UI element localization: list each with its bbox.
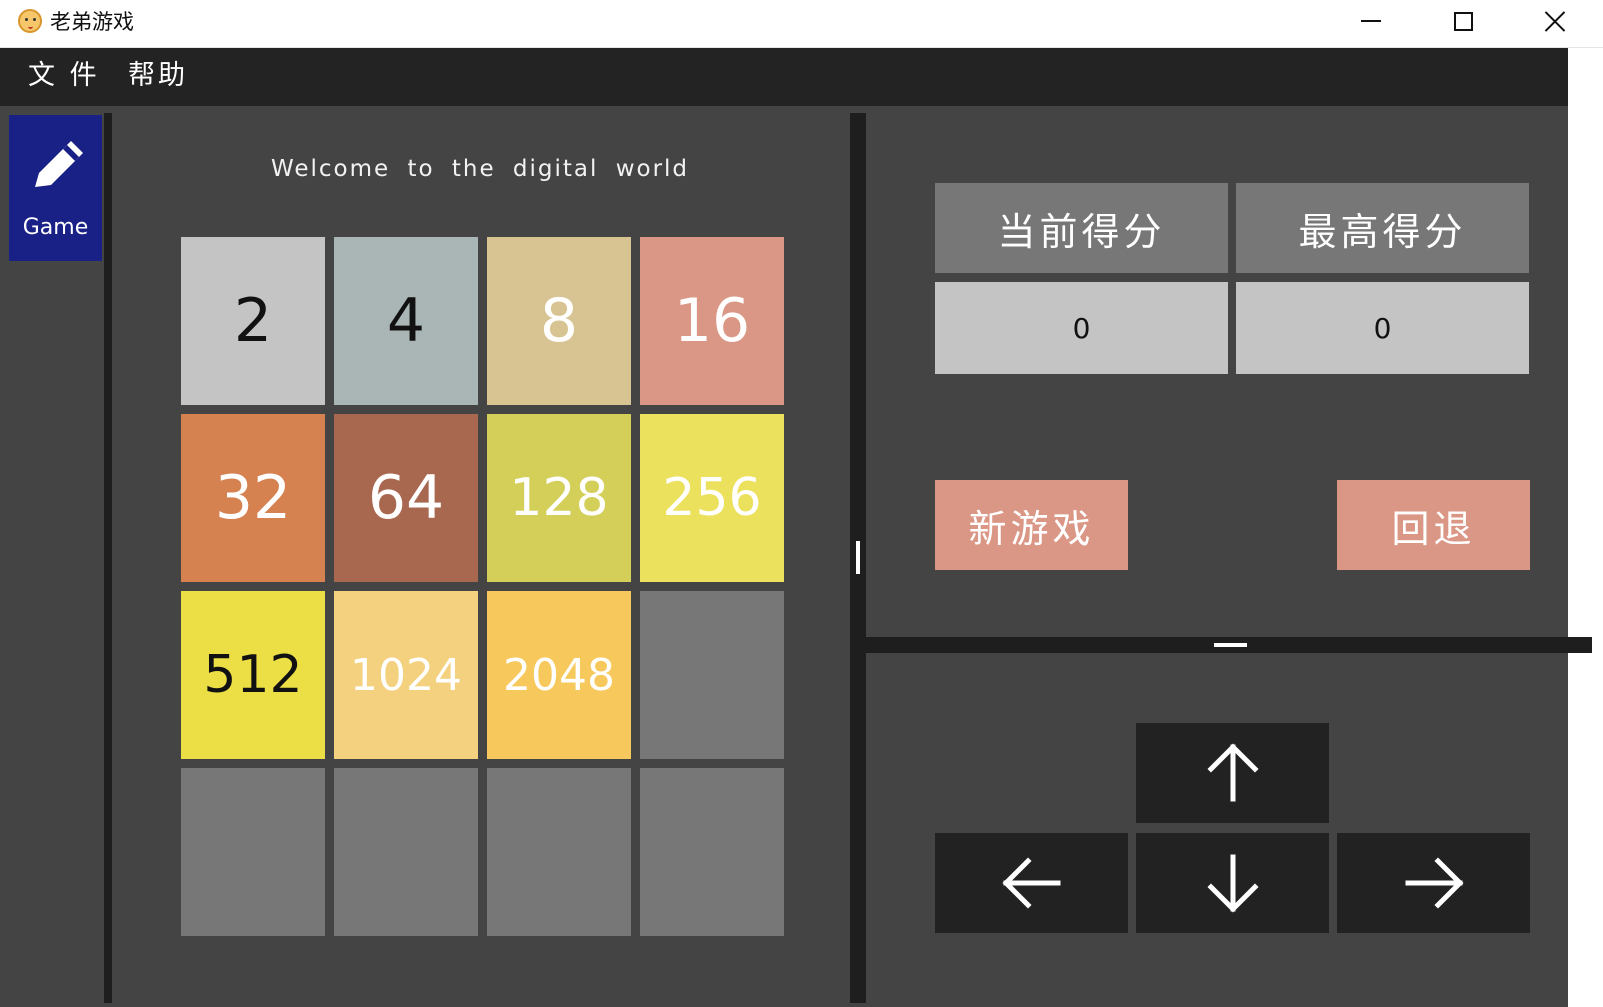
board-tile: 16 [640, 237, 784, 405]
arrow-right-icon [1405, 857, 1464, 909]
maximize-icon [1453, 11, 1473, 31]
board-tile: 256 [640, 414, 784, 582]
move-up-button[interactable] [1136, 723, 1329, 823]
close-icon [1544, 10, 1566, 32]
undo-button[interactable]: 回退 [1337, 480, 1530, 570]
maximize-button[interactable] [1417, 0, 1509, 42]
board-tile: 128 [487, 414, 631, 582]
welcome-text: Welcome to the digital world [270, 156, 690, 182]
board-tile [640, 768, 784, 936]
board-tile: 2048 [487, 591, 631, 759]
board-tile: 4 [334, 237, 478, 405]
sidebar-item-game[interactable]: Game [9, 115, 102, 261]
board-tile [487, 768, 631, 936]
board-tile: 512 [181, 591, 325, 759]
sidebar-item-label: Game [22, 215, 89, 240]
arrow-down-icon [1206, 854, 1259, 913]
board-tile: 2 [181, 237, 325, 405]
new-game-button[interactable]: 新游戏 [935, 480, 1128, 570]
minimize-icon [1361, 20, 1381, 22]
board-tile: 8 [487, 237, 631, 405]
board-tile [181, 768, 325, 936]
board-tile [334, 768, 478, 936]
menu-bar: 文 件 帮助 [0, 48, 1603, 106]
current-score-label: 当前得分 [935, 183, 1228, 273]
board-tile: 64 [334, 414, 478, 582]
menu-file[interactable]: 文 件 [28, 58, 100, 94]
best-score-label: 最高得分 [1236, 183, 1529, 273]
current-score-value: 0 [935, 282, 1228, 374]
app-face-icon [18, 9, 42, 33]
best-score-value: 0 [1236, 282, 1529, 374]
splitter-handle[interactable] [856, 541, 860, 574]
move-left-button[interactable] [935, 833, 1128, 933]
board-tile: 32 [181, 414, 325, 582]
minimize-button[interactable] [1325, 0, 1417, 42]
close-button[interactable] [1509, 0, 1601, 42]
arrow-up-icon [1206, 743, 1259, 802]
menu-help[interactable]: 帮助 [128, 58, 188, 94]
divider [104, 113, 112, 1003]
arrow-left-icon [1001, 857, 1060, 909]
board-tile: 1024 [334, 591, 478, 759]
window-title: 老弟游戏 [50, 10, 134, 34]
move-down-button[interactable] [1136, 833, 1329, 933]
game-board: 2 4 8 16 32 64 128 256 512 1024 2048 [181, 237, 785, 936]
pencil-icon [35, 141, 83, 187]
move-right-button[interactable] [1337, 833, 1530, 933]
title-bar: 老弟游戏 [0, 0, 1603, 48]
splitter-handle[interactable] [1214, 643, 1247, 647]
window-edge [1568, 48, 1603, 1007]
board-tile [640, 591, 784, 759]
